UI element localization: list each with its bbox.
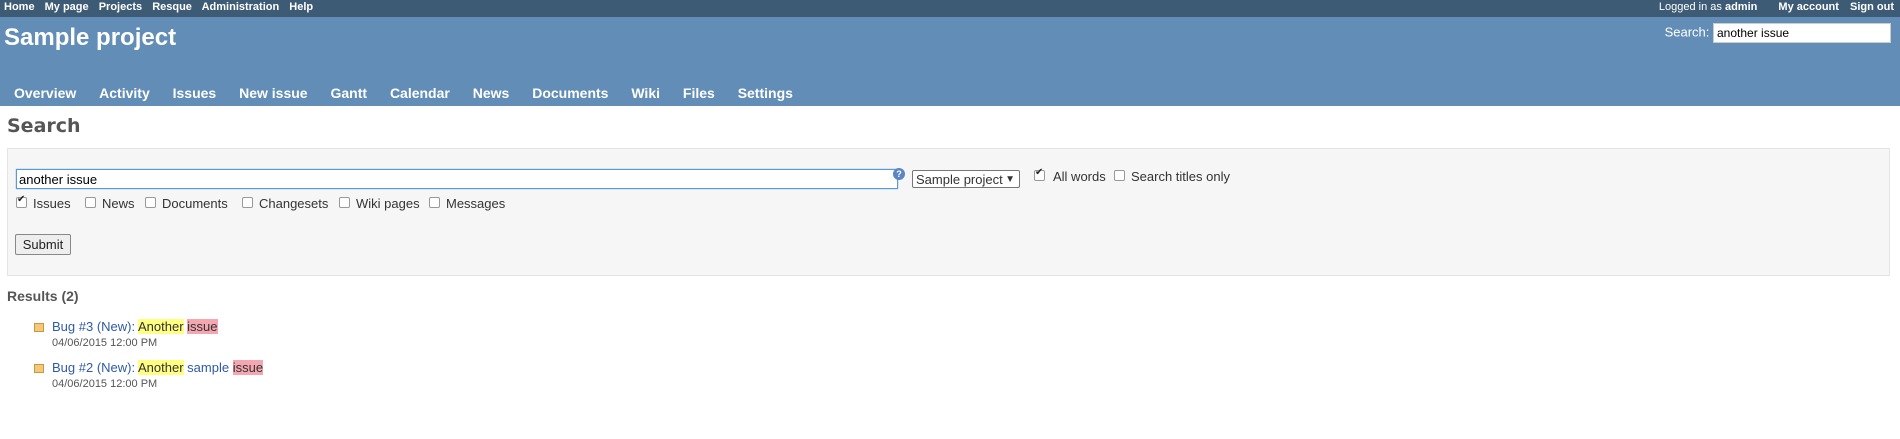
tab-settings[interactable]: Settings bbox=[738, 85, 793, 101]
result-date: 04/06/2015 12:00 PM bbox=[52, 378, 158, 390]
highlight-term: issue bbox=[187, 319, 218, 334]
sign-out-link[interactable]: Sign out bbox=[1850, 1, 1894, 13]
highlight-term: Another bbox=[138, 319, 184, 334]
all-words-checkbox[interactable] bbox=[1034, 167, 1045, 181]
type-issues-checkbox[interactable] bbox=[16, 194, 27, 208]
top-menu-links: Home My page Projects Resque Administrat… bbox=[4, 1, 320, 13]
result-date: 04/06/2015 12:00 PM bbox=[52, 337, 158, 349]
tab-documents[interactable]: Documents bbox=[532, 85, 608, 101]
top-link-administration[interactable]: Administration bbox=[202, 1, 280, 13]
help-icon[interactable]: ? bbox=[893, 168, 905, 180]
tab-calendar[interactable]: Calendar bbox=[390, 85, 450, 101]
project-header: Sample project Search: Overview Activity… bbox=[0, 17, 1900, 106]
result-prefix: Bug #3 (New): bbox=[52, 319, 136, 334]
top-link-my-page[interactable]: My page bbox=[45, 1, 89, 13]
tab-gantt[interactable]: Gantt bbox=[330, 85, 367, 101]
type-documents-checkbox[interactable] bbox=[145, 197, 156, 208]
type-wiki-pages-checkbox[interactable] bbox=[339, 197, 350, 208]
highlight-term: Another bbox=[138, 360, 184, 375]
tab-activity[interactable]: Activity bbox=[99, 85, 150, 101]
tab-news[interactable]: News bbox=[473, 85, 510, 101]
tab-files[interactable]: Files bbox=[683, 85, 715, 101]
chevron-down-icon: ▼ bbox=[1005, 174, 1015, 185]
highlight-term: issue bbox=[232, 360, 264, 375]
top-menu: Home My page Projects Resque Administrat… bbox=[0, 0, 1900, 17]
type-issues-label: Issues bbox=[33, 196, 71, 211]
tab-issues[interactable]: Issues bbox=[173, 85, 217, 101]
account-area: Logged in as admin My account Sign out bbox=[1659, 1, 1894, 13]
scope-select-value: Sample project bbox=[916, 172, 1003, 187]
titles-only-checkbox[interactable] bbox=[1114, 170, 1125, 181]
main-menu: Overview Activity Issues New issue Gantt… bbox=[4, 85, 802, 101]
tab-overview[interactable]: Overview bbox=[14, 85, 76, 101]
type-messages-label: Messages bbox=[446, 196, 506, 211]
logged-in-text: Logged in as admin bbox=[1659, 1, 1757, 13]
result-middle: sample bbox=[187, 360, 230, 375]
tab-new-issue[interactable]: New issue bbox=[239, 85, 307, 101]
all-words-label: All words bbox=[1053, 169, 1106, 184]
result-prefix: Bug #2 (New): bbox=[52, 360, 136, 375]
type-messages-checkbox[interactable] bbox=[429, 197, 440, 208]
my-account-link[interactable]: My account bbox=[1778, 1, 1839, 13]
results-title: Results (2) bbox=[7, 288, 79, 304]
quick-search-input[interactable] bbox=[1713, 23, 1891, 43]
tab-wiki[interactable]: Wiki bbox=[631, 85, 660, 101]
quick-search: Search: bbox=[1665, 23, 1891, 43]
result-link[interactable]: Bug #3 (New): Another issue bbox=[52, 319, 218, 334]
type-documents-label: Documents bbox=[162, 196, 228, 211]
submit-button[interactable]: Submit bbox=[15, 234, 71, 255]
issue-icon bbox=[34, 323, 44, 332]
scope-select[interactable]: Sample project ▼ bbox=[912, 170, 1020, 188]
search-form: ? Sample project ▼ All words Search titl… bbox=[7, 148, 1890, 276]
page-title: Search bbox=[7, 115, 81, 137]
quick-search-label: Search: bbox=[1664, 24, 1710, 40]
type-changesets-checkbox[interactable] bbox=[242, 197, 253, 208]
project-title: Sample project bbox=[4, 24, 177, 51]
top-link-projects[interactable]: Projects bbox=[99, 1, 142, 13]
type-news-checkbox[interactable] bbox=[85, 197, 96, 208]
username-link[interactable]: admin bbox=[1725, 1, 1757, 13]
issue-icon bbox=[34, 364, 44, 373]
type-changesets-label: Changesets bbox=[259, 196, 329, 211]
result-link[interactable]: Bug #2 (New): Another sample issue bbox=[52, 360, 264, 375]
search-query-input[interactable] bbox=[16, 169, 898, 189]
type-news-label: News bbox=[102, 196, 135, 211]
top-link-help[interactable]: Help bbox=[289, 1, 313, 13]
titles-only-label: Search titles only bbox=[1131, 169, 1230, 184]
type-wiki-pages-label: Wiki pages bbox=[356, 196, 420, 211]
top-link-home[interactable]: Home bbox=[4, 1, 35, 13]
logged-in-prefix: Logged in as bbox=[1658, 1, 1722, 13]
top-link-resque[interactable]: Resque bbox=[152, 1, 192, 13]
